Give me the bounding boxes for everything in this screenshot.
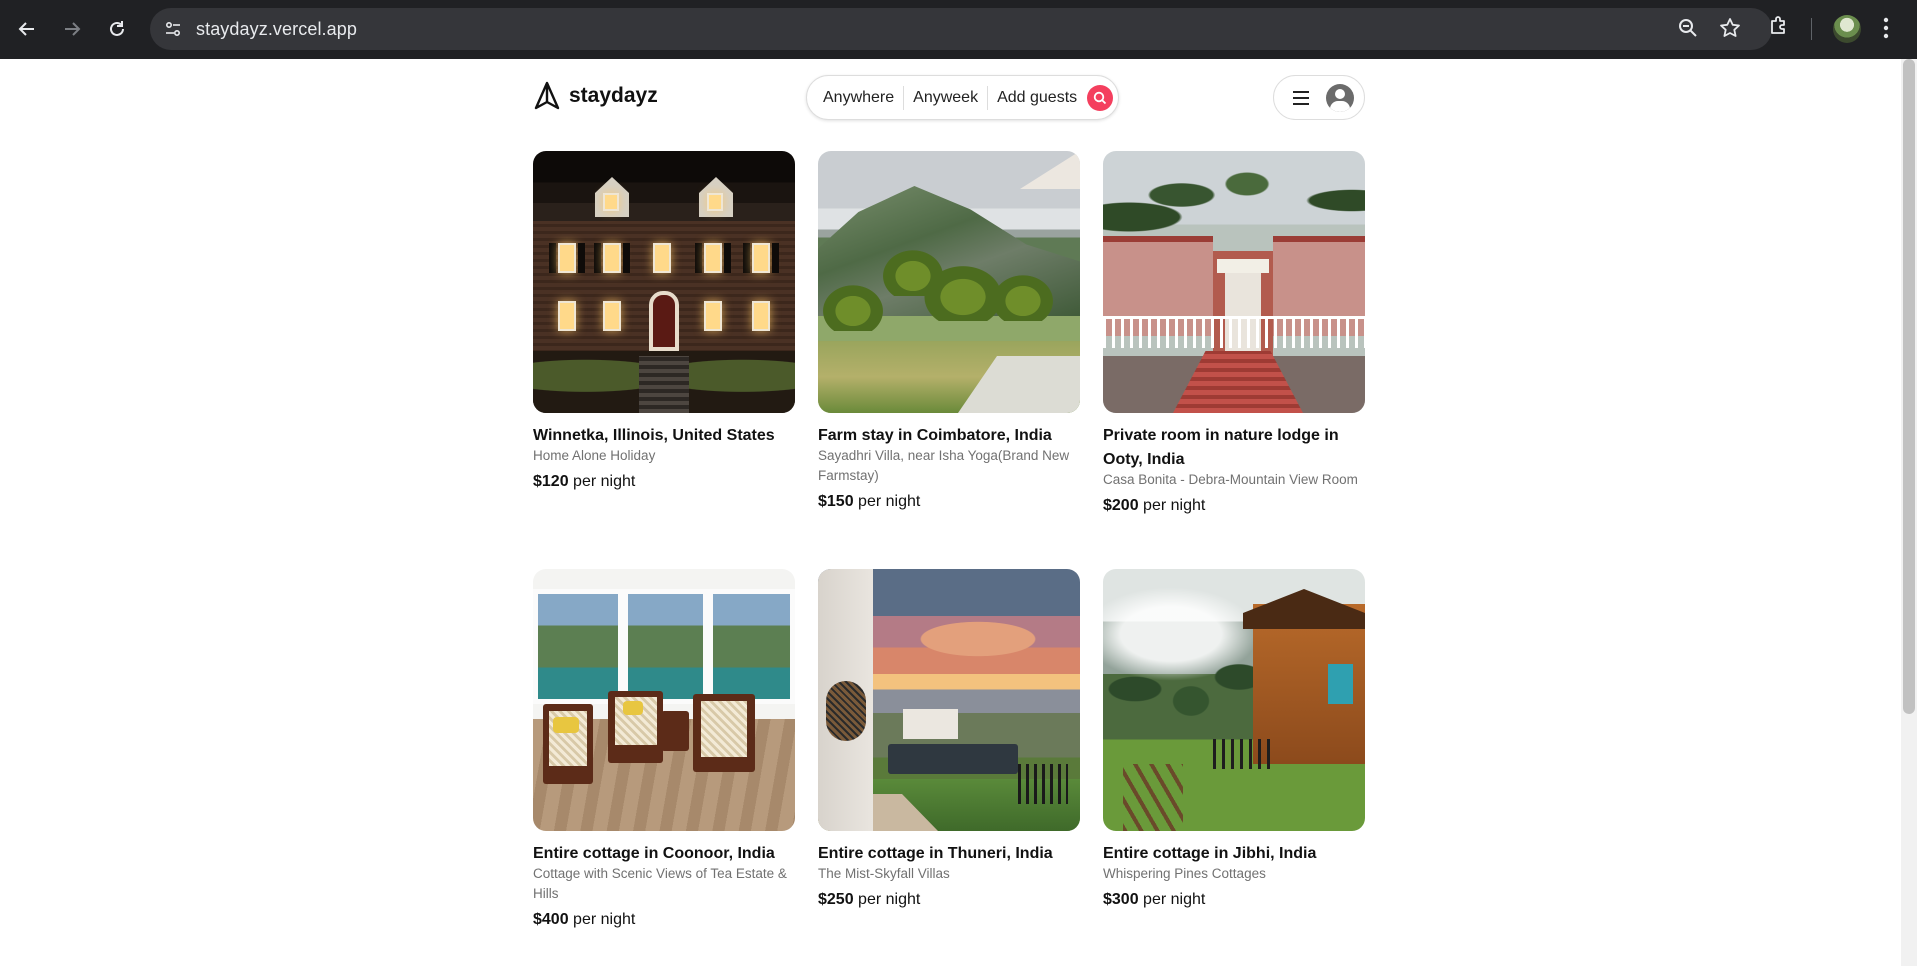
avatar <box>1326 83 1354 112</box>
price-amount: $250 <box>818 891 854 908</box>
bookmark-button[interactable] <box>1718 16 1742 40</box>
price-amount: $120 <box>533 473 569 490</box>
zoom-icon <box>1679 19 1697 37</box>
listing-title: Entire cottage in Jibhi, India <box>1103 845 1317 862</box>
price-unit: per night <box>858 891 921 908</box>
page-viewport: staydayz Anywhere Anyweek Add guests Win… <box>0 59 1917 966</box>
url-text[interactable]: staydayz.vercel.app <box>196 19 357 40</box>
listing-card[interactable]: Private room in nature lodge in Ooty, In… <box>1103 151 1365 569</box>
paper-plane-logo-icon <box>534 81 560 110</box>
reload-button[interactable] <box>102 14 132 44</box>
price-amount: $400 <box>533 911 569 928</box>
zoom-button[interactable] <box>1676 16 1700 40</box>
listing-price: $300 per night <box>1103 889 1365 911</box>
listing-photo[interactable] <box>533 569 795 831</box>
browser-menu-button[interactable] <box>1882 15 1890 41</box>
price-unit: per night <box>573 911 636 928</box>
search-guests[interactable]: Add guests <box>987 85 1086 110</box>
listing-title: Private room in nature lodge in Ooty, In… <box>1103 427 1339 468</box>
listing-photo[interactable] <box>1103 569 1365 831</box>
listing-title: Winnetka, Illinois, United States <box>533 427 775 444</box>
reload-icon <box>110 21 124 36</box>
listing-price: $150 per night <box>818 491 1080 513</box>
logo[interactable]: staydayz <box>533 81 658 111</box>
arrow-right-icon <box>65 22 81 36</box>
listing-photo[interactable] <box>1103 151 1365 413</box>
listing-title: Entire cottage in Thuneri, India <box>818 845 1053 862</box>
toolbar-divider <box>1811 18 1812 40</box>
listing-price: $120 per night <box>533 471 795 493</box>
listing-photo[interactable] <box>533 151 795 413</box>
price-unit: per night <box>573 473 636 490</box>
price-unit: per night <box>1143 891 1206 908</box>
search-when[interactable]: Anyweek <box>903 85 987 110</box>
brand-name: staydayz <box>569 84 658 107</box>
browser-toolbar: staydayz.vercel.app <box>0 0 1917 59</box>
listing-title: Farm stay in Coimbatore, India <box>818 427 1052 444</box>
listing-price: $400 per night <box>533 909 795 931</box>
price-amount: $300 <box>1103 891 1139 908</box>
price-unit: per night <box>1143 497 1206 514</box>
listing-price: $250 per night <box>818 889 1080 911</box>
hamburger-icon <box>1293 90 1309 105</box>
site-info-button[interactable] <box>158 14 188 44</box>
listing-price: $200 per night <box>1103 495 1365 517</box>
listing-subtitle: Home Alone Holiday <box>533 448 656 463</box>
price-amount: $200 <box>1103 497 1139 514</box>
search-button[interactable] <box>1087 84 1114 111</box>
listing-card[interactable]: Entire cottage in Jibhi, India Whisperin… <box>1103 569 1365 966</box>
search-bar[interactable]: Anywhere Anyweek Add guests <box>806 75 1119 120</box>
listing-photo[interactable] <box>818 151 1080 413</box>
listing-card[interactable]: Entire cottage in Coonoor, India Cottage… <box>533 569 795 966</box>
user-menu-button[interactable] <box>1273 75 1365 120</box>
listing-photo[interactable] <box>818 569 1080 831</box>
profile-avatar[interactable] <box>1833 15 1861 43</box>
listing-card[interactable]: Winnetka, Illinois, United States Home A… <box>533 151 795 569</box>
site-header: staydayz Anywhere Anyweek Add guests <box>533 73 1365 123</box>
listing-card[interactable]: Entire cottage in Thuneri, India The Mis… <box>818 569 1080 966</box>
listing-title: Entire cottage in Coonoor, India <box>533 845 775 862</box>
listing-subtitle: The Mist-Skyfall Villas <box>818 866 950 881</box>
listings-grid: Winnetka, Illinois, United States Home A… <box>533 151 1367 966</box>
listing-subtitle: Cottage with Scenic Views of Tea Estate … <box>533 866 787 901</box>
search-icon <box>1093 91 1107 104</box>
price-amount: $150 <box>818 493 854 510</box>
tune-icon <box>165 21 181 37</box>
search-where[interactable]: Anywhere <box>807 86 903 110</box>
extensions-button[interactable] <box>1767 14 1791 38</box>
address-bar[interactable]: staydayz.vercel.app <box>150 8 1772 50</box>
star-icon <box>1720 18 1740 37</box>
puzzle-icon <box>1771 16 1785 34</box>
listing-subtitle: Casa Bonita - Debra-Mountain View Room <box>1103 472 1358 487</box>
listing-subtitle: Whispering Pines Cottages <box>1103 866 1266 881</box>
scrollbar-thumb[interactable] <box>1903 59 1915 714</box>
arrow-left-icon <box>18 22 34 36</box>
back-button[interactable] <box>12 14 42 44</box>
listing-card[interactable]: Farm stay in Coimbatore, India Sayadhri … <box>818 151 1080 569</box>
price-unit: per night <box>858 493 921 510</box>
forward-button[interactable] <box>57 14 87 44</box>
kebab-menu-icon <box>1883 17 1889 39</box>
page-scrollbar[interactable] <box>1901 59 1917 966</box>
listing-subtitle: Sayadhri Villa, near Isha Yoga(Brand New… <box>818 448 1070 483</box>
